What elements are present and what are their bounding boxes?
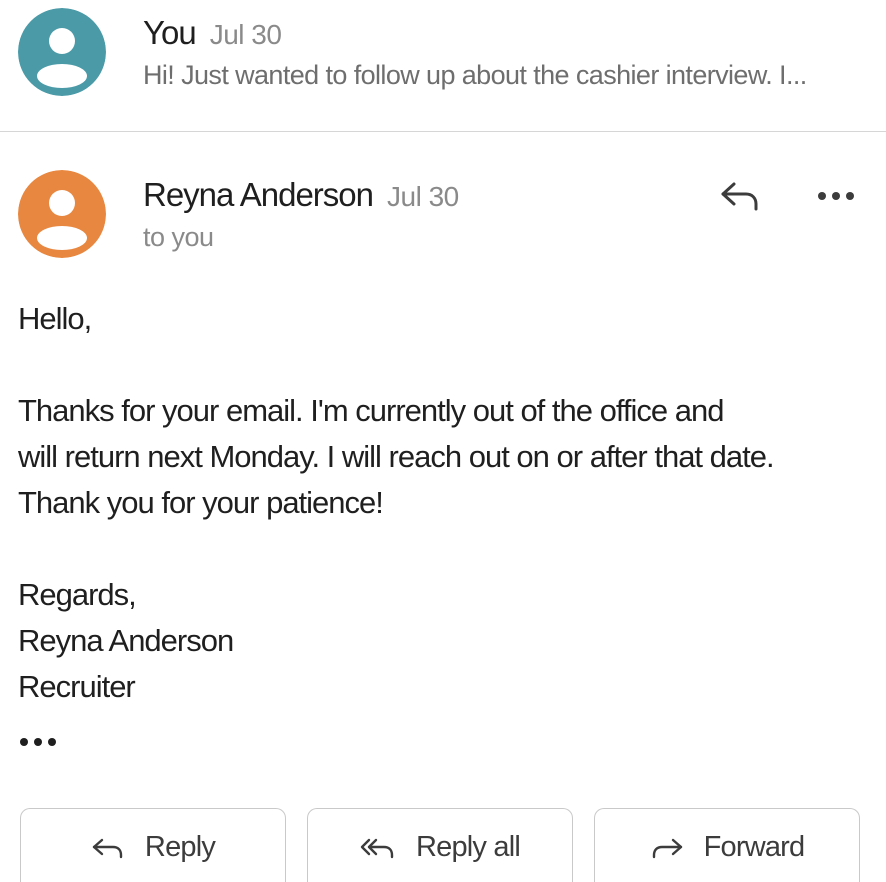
body-line: Thanks for your email. I'm currently out… [18,393,724,428]
person-icon [18,8,106,96]
forward-action-button[interactable]: Forward [594,808,860,882]
reply-all-label: Reply all [415,831,521,863]
forward-icon [652,838,682,858]
sender-line: Reyna Anderson Jul 30 [143,176,459,214]
reply-button[interactable] [712,168,768,224]
reply-action-button[interactable]: Reply [20,808,286,882]
message-body: Hello, Thanks for your email. I'm curren… [18,296,878,710]
recipient-details[interactable]: to you [143,222,214,253]
message-date: Jul 30 [209,19,282,50]
show-trimmed-content-button[interactable] [18,728,66,756]
closing: Regards, [18,577,137,612]
reply-all-action-button[interactable]: Reply all [307,808,573,882]
body-line: Thank you for your patience! [18,485,384,520]
reply-icon [92,838,123,858]
signature-title: Recruiter [18,669,136,704]
email-thread: You Jul 30 Hi! Just wanted to follow up … [0,0,886,882]
reply-label: Reply [144,831,216,863]
message-date: Jul 30 [387,181,459,212]
forward-label: Forward [703,831,806,863]
message-actions: Reply Reply all Forward [20,808,866,882]
greeting: Hello, [18,301,92,336]
avatar[interactable] [18,8,106,96]
sender-name: You [143,14,197,51]
sender-line: You Jul 30 [143,14,282,52]
message-snippet: Hi! Just wanted to follow up about the c… [143,60,807,90]
more-horizontal-icon [20,738,56,746]
more-horizontal-icon [818,192,854,200]
more-options-button[interactable] [808,168,864,224]
reply-icon [721,182,758,211]
message-header: Reyna Anderson Jul 30 to you [0,132,886,272]
collapsed-message[interactable]: You Jul 30 Hi! Just wanted to follow up … [0,0,886,132]
sender-name[interactable]: Reyna Anderson [143,176,374,214]
signature-name: Reyna Anderson [18,623,234,658]
body-line: will return next Monday. I will reach ou… [18,439,775,474]
person-icon [18,170,106,258]
avatar[interactable] [18,170,106,258]
reply-all-icon [360,838,394,858]
